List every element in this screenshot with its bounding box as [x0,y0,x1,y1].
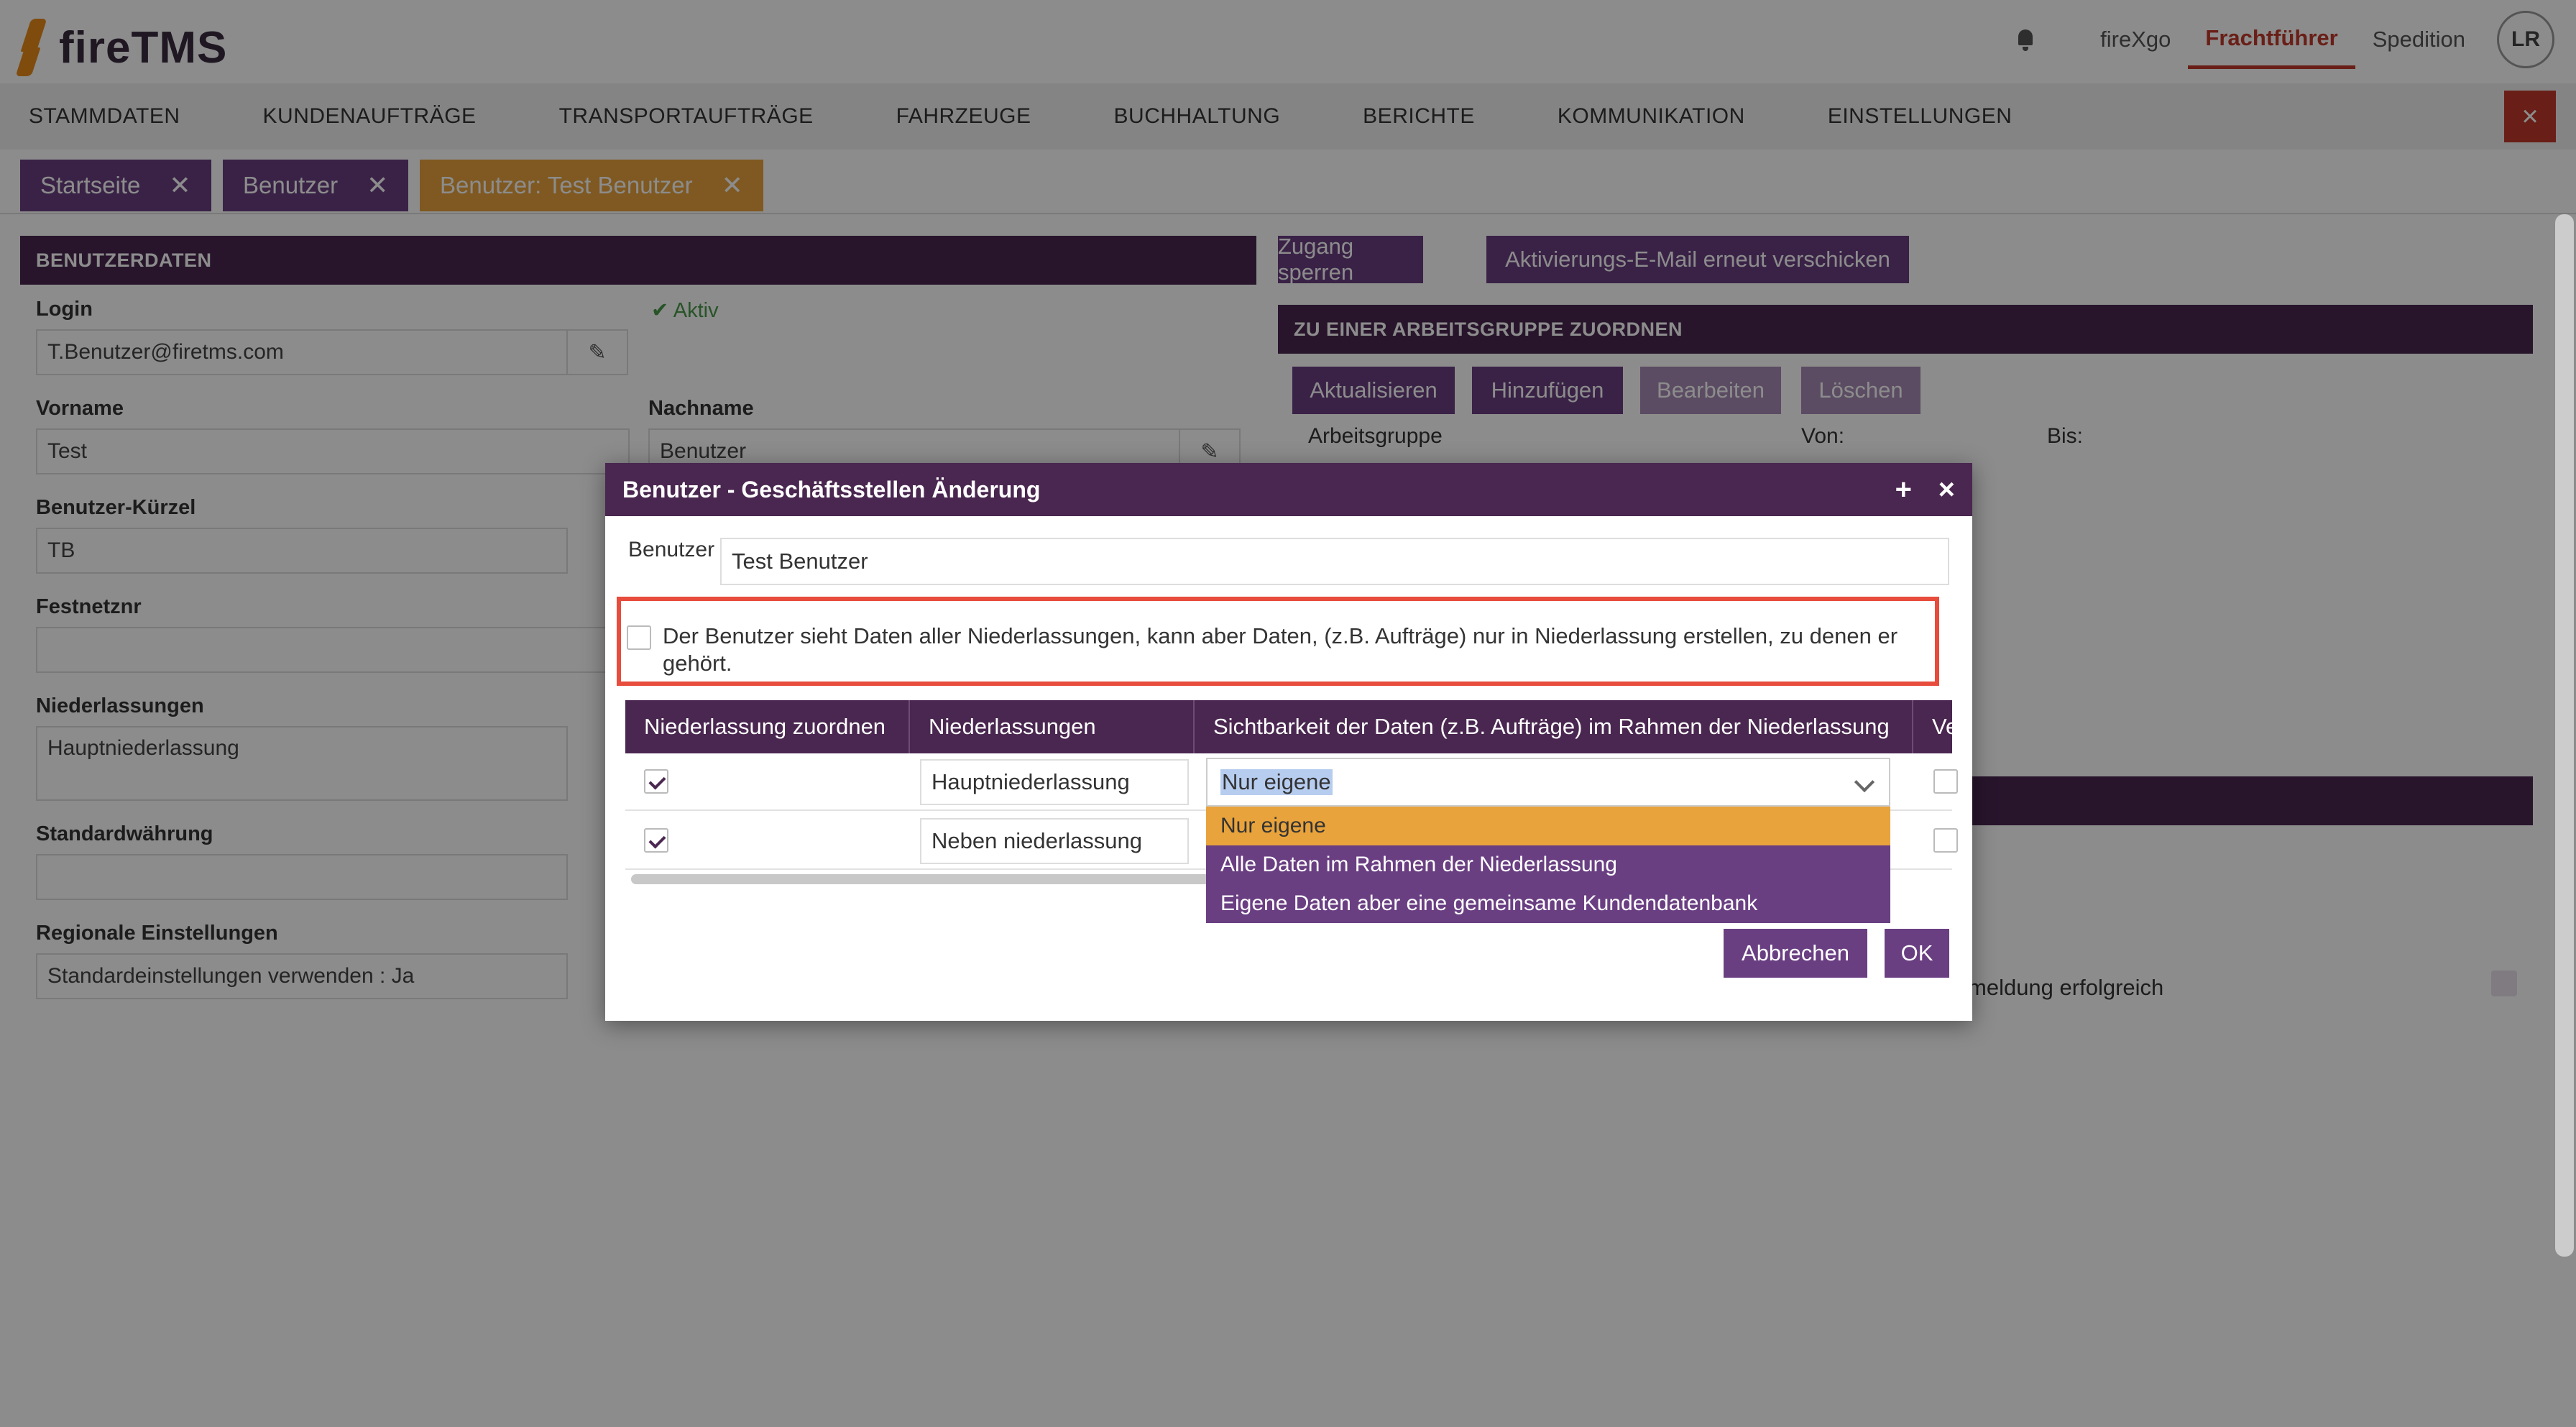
option-alle-daten[interactable]: Alle Daten im Rahmen der Niederlassung [1206,845,1890,884]
col-sichtbarkeit[interactable]: Sichtbarkeit der Daten (z.B. Aufträge) i… [1195,700,1913,753]
page-scrollbar[interactable] [2555,214,2574,1257]
visibility-dropdown: Nur eigene Alle Daten im Rahmen der Nied… [1206,807,1890,923]
modal-header: Benutzer - Geschäftsstellen Änderung + × [605,463,1972,516]
close-icon[interactable]: × [1938,463,1955,516]
col-zuordnen[interactable]: Niederlassung zuordnen [625,700,910,753]
modal-title: Benutzer - Geschäftsstellen Änderung [622,476,1041,503]
all-branches-label: Der Benutzer sieht Daten aller Niederlas… [663,623,1898,676]
chevron-down-icon [1854,771,1875,793]
visibility-select[interactable]: Nur eigene [1206,758,1890,807]
cancel-button[interactable]: Abbrechen [1724,929,1867,978]
benutzer-field[interactable]: Test Benutzer [720,538,1949,585]
branches-grid-header: Niederlassung zuordnen Niederlassungen S… [625,700,1952,753]
all-branches-checkbox[interactable] [627,625,651,650]
option-gemeinsame-kundendatenbank[interactable]: Eigene Daten aber eine gemeinsame Kunden… [1206,884,1890,923]
geschaeftsstellen-modal: Benutzer - Geschäftsstellen Änderung + ×… [605,463,1972,1021]
maximize-icon[interactable]: + [1895,463,1912,516]
option-nur-eigene[interactable]: Nur eigene [1206,807,1890,845]
row-checkbox[interactable] [1933,769,1958,794]
assign-checkbox[interactable] [644,769,668,794]
branch-name-field[interactable]: Hauptniederlassung [920,759,1189,805]
select-value: Nur eigene [1220,769,1333,795]
ok-button[interactable]: OK [1885,929,1949,978]
col-niederlassungen[interactable]: Niederlassungen [910,700,1195,753]
col-ve[interactable]: Ve [1913,700,1952,753]
assign-checkbox[interactable] [644,828,668,853]
branch-name-field[interactable]: Neben niederlassung [920,818,1189,864]
row-checkbox[interactable] [1933,828,1958,853]
benutzer-label: Benutzer [628,538,715,561]
